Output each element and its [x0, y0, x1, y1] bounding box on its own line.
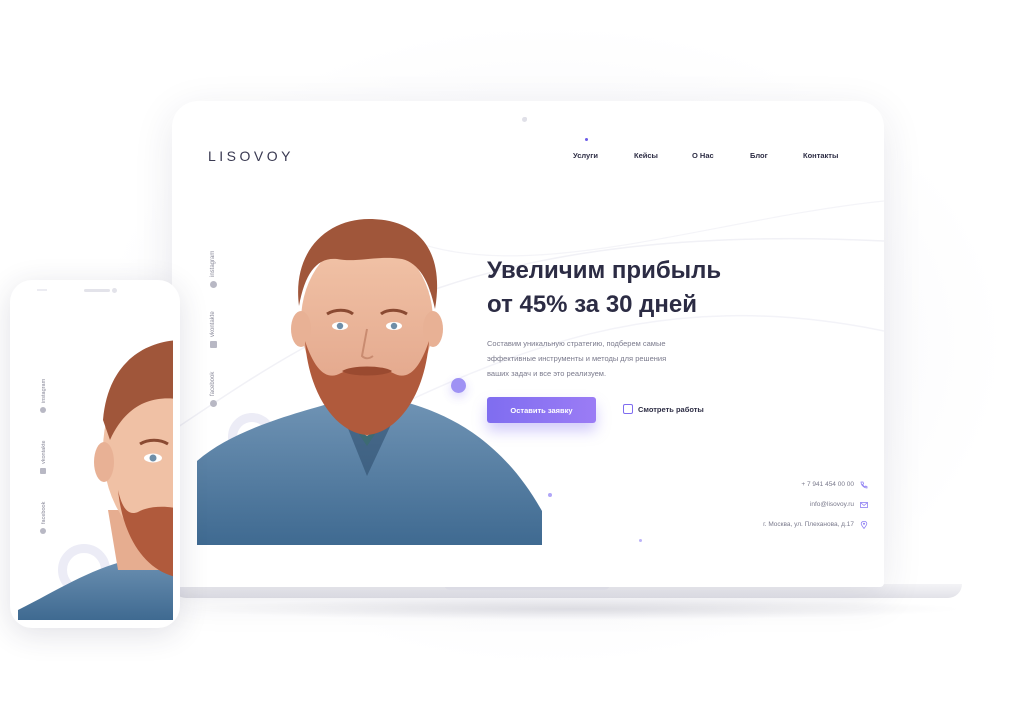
nav-item-contacts[interactable]: Контакты: [803, 151, 838, 160]
nav-item-about[interactable]: О Нас: [692, 151, 714, 160]
view-works-label: Смотреть работы: [638, 405, 704, 414]
phone-camera: [112, 288, 117, 293]
contact-address[interactable]: г. Москва, ул. Плеханова, д.17: [763, 521, 854, 528]
device-mockup-scene: LISOVOY Услуги Кейсы О Нас Блог Контакты…: [0, 0, 1014, 711]
location-pin-icon: [860, 521, 868, 529]
phone-icon: [860, 481, 868, 489]
nav-active-indicator: [585, 138, 588, 141]
phone-speaker: [84, 289, 110, 292]
contact-email[interactable]: info@lisovoy.ru: [810, 501, 854, 508]
decorative-dot-top: [522, 117, 527, 122]
hero-headline: Увеличим прибыль от 45% за 30 дней: [487, 254, 787, 322]
laptop-shadow: [185, 598, 965, 620]
hero-subtext-line2: эффективные инструменты и методы для реш…: [487, 354, 667, 363]
nav-item-blog[interactable]: Блог: [750, 151, 768, 160]
laptop-screen: LISOVOY Услуги Кейсы О Нас Блог Контакты…: [172, 101, 884, 587]
hero-subtext-line3: ваших задач и все это реализуем.: [487, 369, 607, 378]
logo[interactable]: LISOVOY: [208, 148, 294, 164]
portfolio-icon: [623, 404, 633, 414]
hero-headline-line2: от 45% за 30 дней: [487, 291, 698, 318]
hero-subtext: Составим уникальную стратегию, подберем …: [487, 336, 702, 381]
hero-subtext-line1: Составим уникальную стратегию, подберем …: [487, 339, 666, 348]
phone-status-bar: [37, 289, 47, 291]
decorative-dot-small: [548, 493, 552, 497]
leave-request-button[interactable]: Оставить заявку: [487, 397, 596, 423]
decorative-dot-tiny: [639, 539, 642, 542]
contact-phone[interactable]: + 7 941 454 00 00: [801, 481, 854, 488]
phone-portrait-image: [18, 340, 173, 620]
phone-mockup: instagram vkontakte facebook: [10, 280, 180, 628]
mail-icon: [860, 502, 868, 508]
nav-item-cases[interactable]: Кейсы: [634, 151, 658, 160]
main-nav: Услуги Кейсы О Нас Блог Контакты: [573, 138, 838, 165]
hero-headline-line1: Увеличим прибыль: [487, 257, 722, 284]
nav-item-services[interactable]: Услуги: [573, 151, 598, 160]
